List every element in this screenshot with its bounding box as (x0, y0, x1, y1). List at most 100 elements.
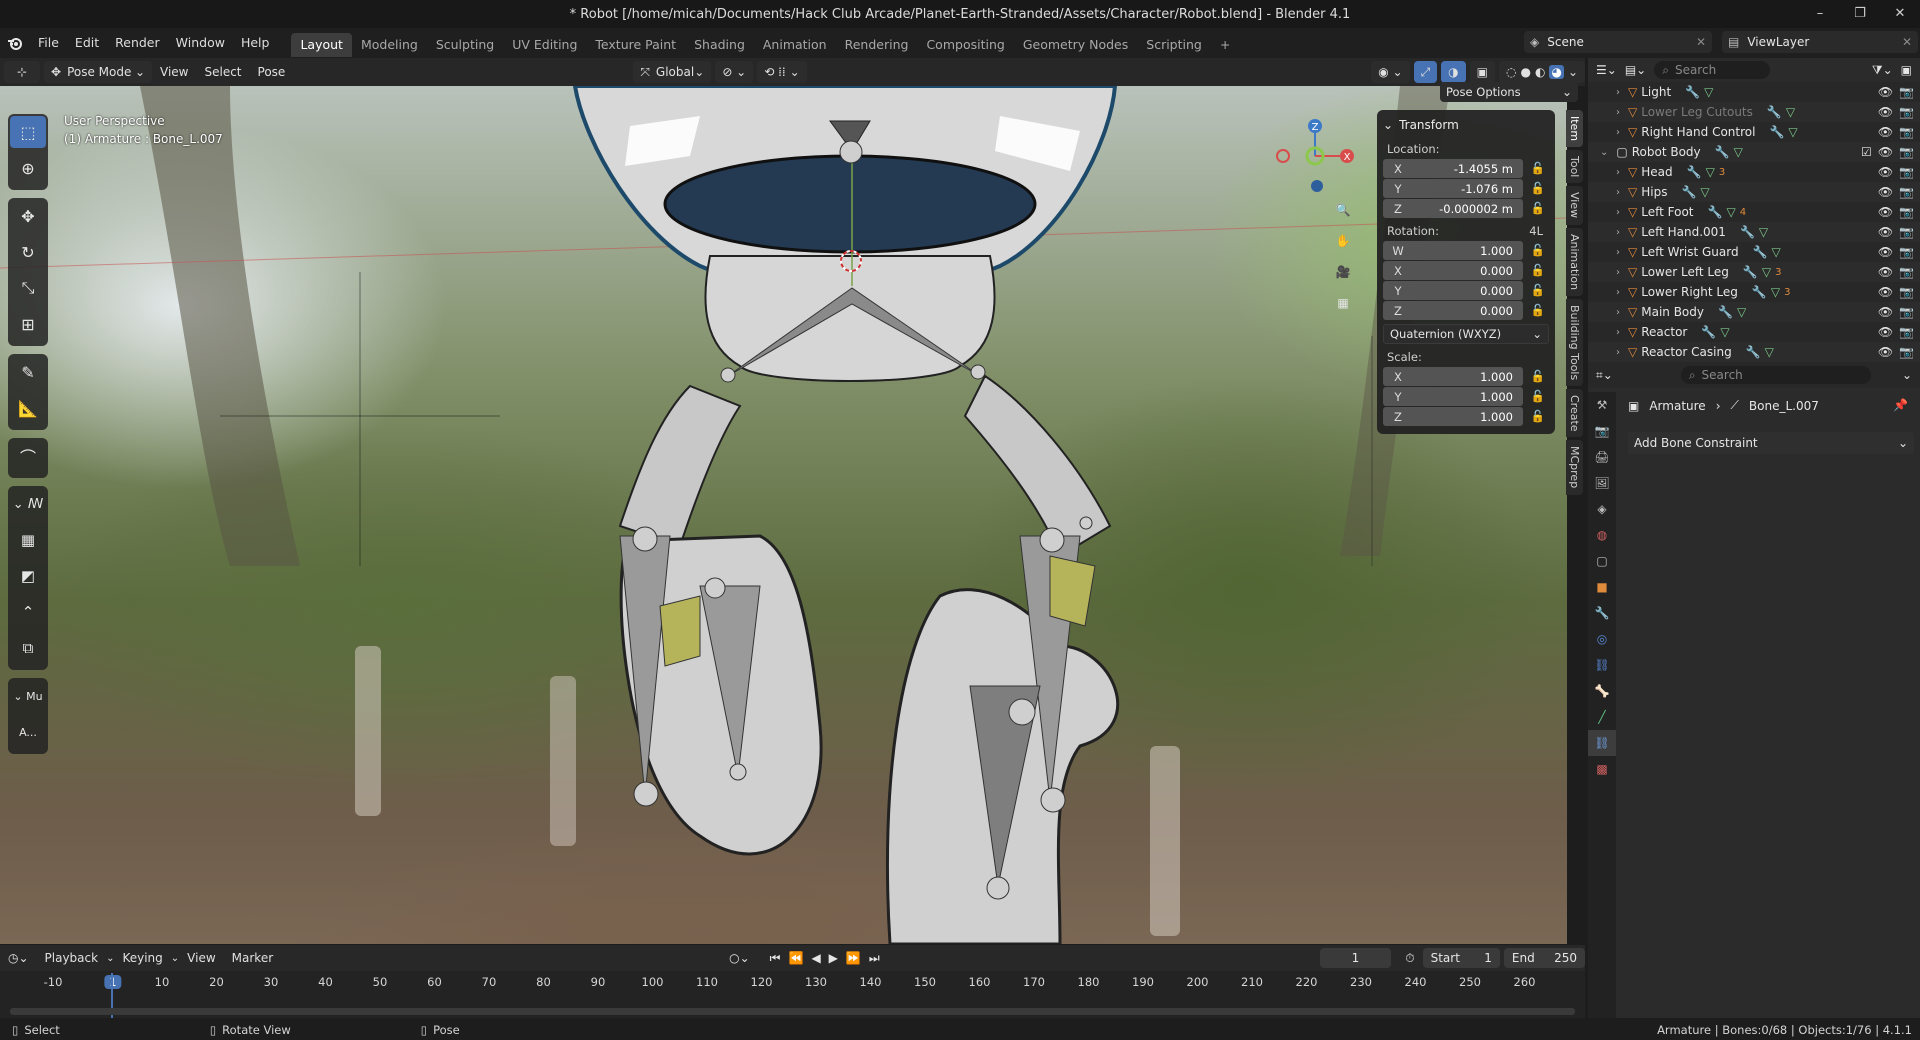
tab-uv-editing[interactable]: UV Editing (503, 33, 586, 57)
camera-icon[interactable]: 📷 (1899, 325, 1914, 339)
orientation-selector[interactable]: ⤧ Global ⌄ (633, 61, 712, 83)
camera-icon[interactable]: 📷 (1899, 305, 1914, 319)
outliner-row[interactable]: › ▽ Right Hand Control 🔧 ▽ 👁 📷 (1588, 122, 1920, 142)
chevron-right-icon[interactable]: › (1616, 267, 1620, 278)
eye-icon[interactable]: 👁 (1878, 325, 1893, 339)
jump-keyframe-back-icon[interactable]: ⏪ (788, 951, 803, 965)
tab-sculpting[interactable]: Sculpting (427, 33, 503, 57)
outliner-row[interactable]: › ▽ Left Foot 🔧 ▽ 4 👁 📷 (1588, 202, 1920, 222)
outliner-row[interactable]: › ▽ Head 🔧 ▽ 3 👁 📷 (1588, 162, 1920, 182)
a-tool[interactable]: A... (10, 716, 46, 748)
menu-select[interactable]: Select (196, 65, 249, 79)
outliner-row[interactable]: › ▽ Left Wrist Guard 🔧 ▽ 👁 📷 (1588, 242, 1920, 262)
eye-icon[interactable]: 👁 (1878, 165, 1893, 179)
addon-grid-tool[interactable]: ▦ (10, 524, 46, 556)
tab-texture-paint[interactable]: Texture Paint (586, 33, 685, 57)
eye-icon[interactable]: 👁 (1878, 225, 1893, 239)
cursor-tool[interactable]: ⊕ (10, 152, 46, 184)
select-box-tool[interactable]: ⬚ (10, 116, 46, 148)
wireframe-icon[interactable]: ◌ (1506, 65, 1516, 79)
xray-toggle[interactable]: ▣ (1469, 61, 1495, 83)
collection-icon[interactable]: ▢ (1588, 548, 1616, 574)
menu-window[interactable]: Window (168, 28, 233, 58)
move-tool[interactable]: ✥ (10, 200, 46, 232)
mu-tool[interactable]: ⌄ Mu (10, 680, 46, 712)
timeline-ruler[interactable]: -101102030405060708090100110120130140150… (0, 971, 1585, 993)
eye-icon[interactable]: 👁 (1878, 205, 1893, 219)
transform-tool[interactable]: ⊞ (10, 308, 46, 340)
rotation-z-field[interactable]: Z 0.000 🔓 (1383, 301, 1545, 320)
chevron-right-icon[interactable]: › (1616, 167, 1620, 178)
chevron-right-icon[interactable]: › (1616, 307, 1620, 318)
restore-icon[interactable]: ❐ (1840, 0, 1880, 28)
outliner-row[interactable]: › ▽ Lower Leg Cutouts 🔧 ▽ 👁 📷 (1588, 102, 1920, 122)
jump-end-icon[interactable]: ⏭ (869, 951, 880, 966)
eye-icon[interactable]: 👁 (1878, 285, 1893, 299)
camera-icon[interactable]: 📷 (1899, 145, 1914, 159)
eye-icon[interactable]: 👁 (1878, 105, 1893, 119)
eye-icon[interactable]: 👁 (1878, 85, 1893, 99)
tab-create[interactable]: Create (1566, 388, 1583, 438)
texture-icon[interactable]: ▩ (1588, 756, 1616, 782)
menu-keying[interactable]: Keying (114, 951, 170, 965)
menu-edit[interactable]: Edit (67, 28, 107, 58)
blender-logo-icon[interactable] (0, 28, 30, 58)
tab-layout[interactable]: Layout (291, 33, 352, 57)
menu-file[interactable]: File (30, 28, 67, 58)
scale-tool[interactable]: ⤡ (10, 272, 46, 304)
world-icon[interactable]: ◍ (1588, 522, 1616, 548)
jump-keyframe-forward-icon[interactable]: ⏩ (846, 951, 861, 965)
overlays-toggle[interactable]: ◑ (1441, 61, 1466, 83)
camera-icon[interactable]: 📷 (1899, 205, 1914, 219)
viewlayer-selector[interactable]: ▤ ViewLayer ✕ (1722, 31, 1918, 53)
mode-selector[interactable]: ✥ Pose Mode ⌄ (44, 61, 152, 83)
chevron-right-icon[interactable]: › (1616, 287, 1620, 298)
eye-icon[interactable]: 👁 (1878, 305, 1893, 319)
camera-icon[interactable]: 📷 (1899, 245, 1914, 259)
add-bone-constraint-button[interactable]: Add Bone Constraint ⌄ (1628, 432, 1914, 454)
tab-building-tools[interactable]: Building Tools (1566, 298, 1583, 386)
ortho-grid-icon[interactable]: ▦ (1329, 289, 1357, 317)
outliner-row[interactable]: › ▽ Lower Left Leg 🔧 ▽ 3 👁 📷 (1588, 262, 1920, 282)
tab-modeling[interactable]: Modeling (352, 33, 427, 57)
rotation-w-field[interactable]: W 1.000 🔓 (1383, 241, 1545, 260)
camera-icon[interactable]: 📷 (1899, 345, 1914, 359)
scene-selector[interactable]: ◈ Scene ✕ (1524, 31, 1712, 53)
modifiers-icon[interactable]: 🔧 (1588, 600, 1616, 626)
chevron-right-icon[interactable]: › (1616, 87, 1620, 98)
lock-icon[interactable]: 🔓 (1531, 369, 1545, 383)
tab-scripting[interactable]: Scripting (1137, 33, 1211, 57)
scene-props-icon[interactable]: ◈ (1588, 496, 1616, 522)
object-constraints-icon[interactable]: ⛓ (1588, 652, 1616, 678)
tab-item[interactable]: Item (1566, 110, 1583, 148)
eye-icon[interactable]: 👁 (1878, 245, 1893, 259)
camera-icon[interactable]: 📷 (1899, 265, 1914, 279)
camera-icon[interactable]: 📷 (1899, 85, 1914, 99)
pose-options-button[interactable]: Pose Options ⌄ (1440, 82, 1578, 102)
menu-playback[interactable]: Playback (37, 951, 107, 965)
close-icon[interactable]: ✕ (1696, 35, 1706, 49)
menu-help[interactable]: Help (233, 28, 278, 58)
close-icon[interactable]: ✕ (1902, 35, 1912, 49)
checkbox-icon[interactable]: ☑ (1861, 145, 1872, 159)
outliner-search-input[interactable]: ⌕ Search (1654, 61, 1771, 79)
addon-layer-tool[interactable]: ⧉ (10, 632, 46, 664)
end-frame-field[interactable]: End 250 (1503, 948, 1586, 968)
tool-settings-icon[interactable]: ⚒ (1588, 392, 1616, 418)
play-reverse-icon[interactable]: ◀ (811, 951, 820, 965)
display-mode-icon[interactable]: ▤⌄ (1625, 63, 1646, 77)
addon-angle-tool[interactable]: ⌃ (10, 596, 46, 628)
rendered-icon[interactable]: ◕ (1549, 65, 1564, 79)
gizmo-toggle[interactable]: ⤢ (1413, 61, 1438, 83)
tab-view[interactable]: View (1566, 186, 1583, 225)
outliner-row[interactable]: › ▽ Main Body 🔧 ▽ 👁 📷 (1588, 302, 1920, 322)
lock-icon[interactable]: 🔓 (1531, 283, 1545, 297)
chevron-right-icon[interactable]: › (1616, 247, 1620, 258)
tab-rendering[interactable]: Rendering (836, 33, 918, 57)
physics-icon[interactable]: ◎ (1588, 626, 1616, 652)
add-workspace-button[interactable]: + (1211, 33, 1239, 57)
solid-icon[interactable]: ● (1520, 65, 1530, 79)
lock-icon[interactable]: 🔓 (1531, 181, 1545, 195)
tab-shading[interactable]: Shading (685, 33, 754, 57)
addon-panel-a[interactable]: ⌄ ꟿ (10, 488, 46, 520)
